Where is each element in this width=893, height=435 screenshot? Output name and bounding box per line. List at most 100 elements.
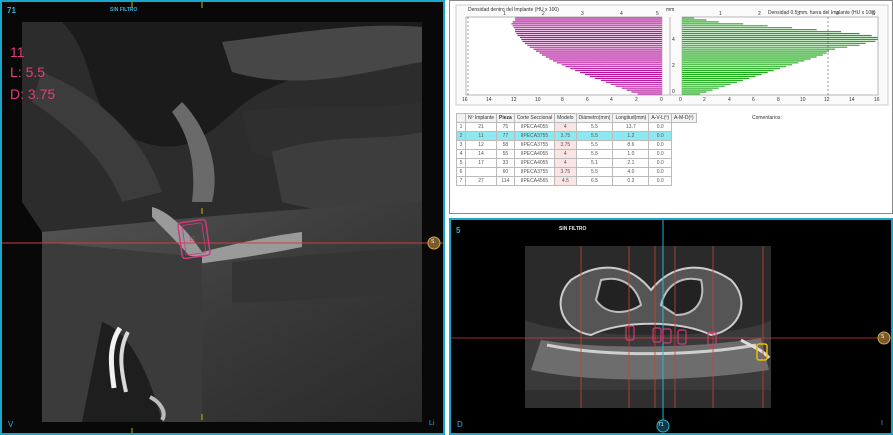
filter-label[interactable]: SIN FILTRO (110, 7, 137, 13)
table-cell: 1 (456, 122, 466, 132)
column-header[interactable]: Longitud(mm) (612, 113, 650, 123)
pieza-select[interactable]: 12 (464, 140, 498, 150)
density-bar (681, 67, 781, 70)
slice-marker-right[interactable]: S (431, 239, 434, 245)
table-row[interactable]: 1 21 75 IIPECA4055 4 5.5 13.7 0.0 (456, 122, 697, 132)
column-header[interactable]: Pieza (496, 113, 515, 123)
mm-tick: 2 (672, 63, 675, 69)
table-row[interactable]: 7 27 114 IIPECA4565 4.5 6.5 0.2 0.0 (456, 176, 697, 186)
density-bar (681, 75, 756, 78)
inside-bottom-tick: 10 (535, 97, 541, 103)
density-bar (584, 73, 663, 76)
outside-bottom-tick: 10 (800, 97, 806, 103)
inside-top-tick: 5 (656, 11, 659, 17)
slice-marker-bottom[interactable]: 71 (658, 422, 664, 428)
table-cell: 13.7 (612, 122, 650, 132)
density-bar (545, 56, 663, 58)
density-bar (514, 28, 663, 31)
density-bar (556, 62, 663, 64)
density-bar (527, 44, 663, 47)
pieza-select[interactable]: 17 (464, 158, 498, 168)
density-bar (681, 40, 876, 43)
density-bar (681, 58, 811, 60)
density-bar (552, 60, 663, 62)
density-bar (524, 42, 663, 45)
table-cell: 0.2 (612, 176, 650, 186)
orientation-label-bottom-left: V (8, 420, 14, 429)
table-cell: 60 (496, 167, 515, 177)
table-cell: IIPECA3755 (513, 140, 556, 150)
column-header[interactable]: Diámetro(mm) (575, 113, 614, 123)
column-header[interactable]: Modelo (554, 113, 577, 123)
density-bar (681, 83, 732, 86)
table-cell: 6 (456, 167, 466, 177)
density-bar (681, 87, 719, 89)
table-cell: 3 (456, 140, 466, 150)
inside-bottom-tick: 14 (486, 97, 492, 103)
density-bar (541, 54, 663, 56)
column-header[interactable]: Nº Implante (464, 113, 498, 123)
outside-top-tick: 5 (872, 11, 875, 17)
table-cell: 4 (456, 149, 466, 159)
pieza-select[interactable]: 11 (464, 131, 498, 141)
density-bar (681, 21, 719, 23)
inside-top-tick: 2 (542, 11, 545, 17)
density-bar (631, 91, 663, 93)
pieza-select[interactable] (464, 167, 498, 177)
column-header[interactable]: Corte Seccional (513, 113, 556, 123)
axial-view[interactable]: 5 SIN FILTRO D I 71 S (449, 218, 893, 435)
density-bar (549, 58, 663, 60)
column-header[interactable]: A-M-D(º) (671, 113, 697, 123)
pieza-select[interactable]: 27 (464, 176, 498, 186)
table-cell: 55 (496, 149, 515, 159)
density-bar (681, 54, 823, 56)
density-bar (681, 44, 860, 47)
density-bar (681, 23, 744, 25)
inside-bottom-tick: 0 (660, 97, 663, 103)
outside-bottom-tick: 6 (752, 97, 755, 103)
outside-top-tick: 2 (758, 11, 761, 17)
slice-marker-right[interactable]: S (881, 334, 884, 340)
table-row[interactable]: 3 12 58 IIPECA3755 3.75 5.5 8.6 0.0 (456, 140, 697, 150)
density-bar (513, 26, 663, 29)
inside-bottom-tick: 2 (635, 97, 638, 103)
density-bar (535, 50, 663, 52)
density-bar (514, 17, 663, 19)
table-row[interactable]: 6 60 IIPECA3755 3.75 5.5 4.0 0.0 (456, 167, 697, 177)
inside-bottom-tick: 8 (561, 97, 564, 103)
density-bar (529, 46, 663, 48)
orientation-label-bottom-right: I (881, 420, 883, 427)
density-bar (681, 62, 799, 64)
density-bar (681, 38, 879, 41)
cross-sectional-view[interactable]: 71 SIN FILTRO 11 L: 5.5 D: 3.75 11 V Li … (0, 0, 445, 435)
density-bar (681, 25, 768, 27)
outside-top-tick: 3 (797, 11, 800, 17)
implant-number-label[interactable]: 11 (189, 237, 195, 243)
table-cell: 4 (554, 122, 577, 132)
filter-label[interactable]: SIN FILTRO (559, 226, 586, 232)
column-header[interactable]: A-V-L(º) (648, 113, 672, 123)
implant-length-label: L: 5.5 (10, 64, 46, 80)
density-bar (681, 50, 830, 52)
view-number-label: 71 (7, 6, 16, 15)
inside-bottom-tick: 16 (462, 97, 468, 103)
table-cell: 77 (496, 131, 515, 141)
outside-top-tick: 1 (719, 11, 722, 17)
row-index-header (456, 113, 466, 123)
table-cell: 4.0 (612, 167, 650, 177)
table-row[interactable]: 5 17 33 IIPECA4055 4 5.1 2.1 0.0 (456, 158, 697, 168)
density-bar (681, 28, 817, 31)
density-bar (681, 81, 738, 84)
pieza-select[interactable]: 14 (464, 149, 498, 159)
density-bar (600, 79, 663, 82)
density-bar (594, 77, 663, 80)
table-row[interactable]: 4 14 55 IIPECA4055 4 5.5 1.0 0.0 (456, 149, 697, 159)
density-bar (579, 71, 663, 74)
density-bar (681, 46, 848, 48)
density-bar (521, 38, 663, 41)
pieza-select[interactable]: 21 (464, 122, 498, 132)
table-row[interactable]: 2 11 77 IIPECA3755 3.75 5.5 1.2 0.0 (456, 131, 697, 141)
table-cell: 4 (554, 158, 577, 168)
density-bar (512, 21, 663, 23)
table-cell: 58 (496, 140, 515, 150)
